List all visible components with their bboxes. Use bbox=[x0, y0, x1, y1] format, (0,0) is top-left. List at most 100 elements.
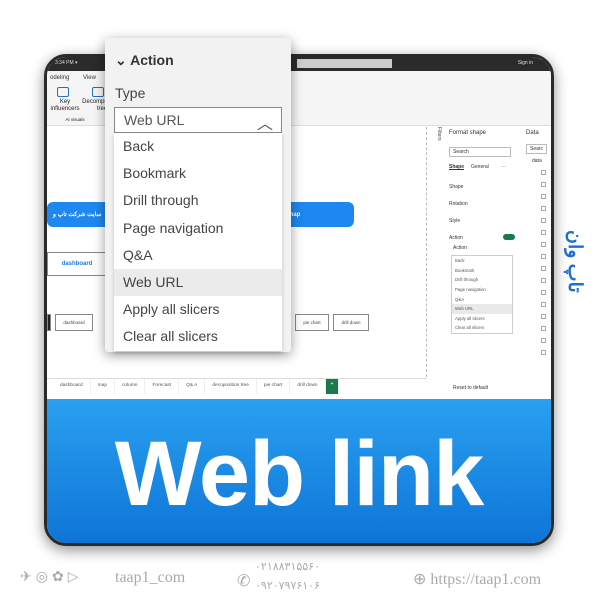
field-checkbox[interactable] bbox=[541, 206, 546, 211]
section-style[interactable]: Style bbox=[449, 218, 460, 224]
option-back[interactable]: Back bbox=[114, 133, 282, 160]
clock: 3:34 PM ▾ bbox=[55, 60, 78, 66]
option-web-url[interactable]: Web URL bbox=[114, 268, 282, 297]
action-header[interactable]: ⌄ Action bbox=[115, 52, 174, 69]
mini-option[interactable]: Drill through bbox=[452, 275, 512, 285]
field-checkbox[interactable] bbox=[541, 350, 546, 355]
key-influencers-label: Key influencers bbox=[50, 99, 80, 112]
filters-pane-toggle[interactable]: Filters bbox=[430, 127, 442, 387]
decomposition-tree-icon[interactable] bbox=[92, 87, 104, 97]
action-header-label: Action bbox=[130, 52, 174, 68]
globe-icon: ⊕ bbox=[413, 571, 431, 588]
field-checkbox[interactable] bbox=[541, 170, 546, 175]
sign-in-link[interactable]: Sign in bbox=[518, 60, 533, 66]
option-qa[interactable]: Q&A bbox=[114, 242, 282, 269]
tab-modeling[interactable]: odeling bbox=[50, 75, 69, 81]
phone-numbers: ۰۲۱۸۸۳۱۵۵۶۰ ۰۹۲۰۷۹۷۶۱۰۶ bbox=[255, 558, 320, 596]
type-label: Type bbox=[115, 85, 146, 101]
type-select[interactable]: Web URL ︿ bbox=[114, 107, 282, 133]
page-tab[interactable]: drill down bbox=[290, 379, 326, 394]
reset-to-default[interactable]: Reset to default bbox=[453, 385, 488, 391]
page-tab[interactable]: column bbox=[115, 379, 146, 394]
phone-icon: ✆ bbox=[237, 573, 251, 590]
key-influencers-icon[interactable] bbox=[57, 87, 69, 97]
phone-1: ۰۲۱۸۸۳۱۵۵۶۰ bbox=[255, 561, 320, 573]
social-icons: ✈◎✿▷ bbox=[20, 569, 82, 586]
mini-option[interactable]: Q&A bbox=[452, 294, 512, 304]
action-toggle[interactable] bbox=[503, 234, 515, 240]
option-clear-all-slicers[interactable]: Clear all slicers bbox=[114, 323, 282, 350]
mini-option[interactable]: Web URL bbox=[452, 303, 512, 314]
field-checkbox[interactable] bbox=[541, 338, 546, 343]
data-pane-title: Data bbox=[526, 130, 539, 136]
tab-general[interactable]: General bbox=[471, 164, 489, 170]
page-tab[interactable]: Forecast bbox=[145, 379, 180, 394]
field-checkbox[interactable] bbox=[541, 278, 546, 283]
title-banner: Web link bbox=[47, 399, 551, 543]
nav-marker bbox=[47, 314, 51, 331]
address-bar[interactable] bbox=[297, 59, 392, 68]
mini-option[interactable]: Apply all slicers bbox=[452, 314, 512, 324]
option-apply-all-slicers[interactable]: Apply all slicers bbox=[114, 296, 282, 323]
section-shape[interactable]: Shape bbox=[449, 184, 463, 190]
field-checkbox[interactable] bbox=[541, 230, 546, 235]
section-rotation[interactable]: Rotation bbox=[449, 201, 468, 207]
data-search[interactable]: Searc bbox=[526, 144, 548, 154]
mini-option[interactable]: Bookmark bbox=[452, 266, 512, 276]
website-link[interactable]: ⊕ https://taap1.com bbox=[413, 569, 541, 589]
mini-option[interactable]: Clear all slicers bbox=[452, 323, 512, 333]
field-checkbox[interactable] bbox=[541, 242, 546, 247]
add-page-button[interactable]: + bbox=[325, 379, 340, 394]
instagram-icon[interactable]: ◎ bbox=[36, 570, 52, 585]
ai-visuals-group: AI visuals bbox=[65, 117, 85, 122]
option-bookmark[interactable]: Bookmark bbox=[114, 160, 282, 187]
field-checkbox[interactable] bbox=[541, 314, 546, 319]
field-checkbox[interactable] bbox=[541, 182, 546, 187]
data-table[interactable]: data bbox=[532, 158, 542, 164]
field-checkbox[interactable] bbox=[541, 218, 546, 223]
type-select-value: Web URL bbox=[124, 112, 185, 128]
telegram-icon[interactable]: ✈ bbox=[20, 570, 36, 585]
section-action[interactable]: Action bbox=[449, 235, 463, 241]
brand-logo-text: تاپ وان bbox=[564, 230, 585, 293]
mini-option[interactable]: Back bbox=[452, 256, 512, 266]
aparat-icon[interactable]: ✿ bbox=[52, 570, 68, 585]
mini-option[interactable]: Page navigation bbox=[452, 285, 512, 295]
phone-2: ۰۹۲۰۷۹۷۶۱۰۶ bbox=[255, 580, 320, 592]
nav-dashboard[interactable]: dashboard bbox=[55, 314, 93, 331]
dashboard-link[interactable]: dashboard bbox=[47, 252, 107, 276]
page-tab[interactable]: dashboard bbox=[53, 379, 91, 394]
nav-drill-down[interactable]: drill down bbox=[333, 314, 369, 331]
footer: ✈◎✿▷ taap1_com ✆ ۰۲۱۸۸۳۱۵۵۶۰ ۰۹۲۰۷۹۷۶۱۰۶… bbox=[0, 561, 600, 597]
page-tab[interactable]: pie chart bbox=[257, 379, 291, 394]
page-tabs: dashboard map column Forecast Q& A decop… bbox=[47, 378, 427, 394]
type-options-list: Back Bookmark Drill through Page navigat… bbox=[114, 133, 282, 351]
tab-view[interactable]: View bbox=[83, 75, 96, 81]
more-options[interactable]: ··· bbox=[501, 164, 506, 170]
page-tab[interactable]: Q& A bbox=[179, 379, 206, 394]
chevron-up-icon: ︿ bbox=[256, 116, 273, 133]
format-search[interactable]: Search bbox=[449, 147, 511, 157]
youtube-icon[interactable]: ▷ bbox=[68, 570, 83, 585]
chevron-down-icon: ⌄ bbox=[115, 52, 131, 68]
nav-pie-chart[interactable]: pie chart bbox=[295, 314, 329, 331]
mini-type-list: Back Bookmark Drill through Page navigat… bbox=[451, 255, 513, 334]
action-popup: ⌄ Action Type Web URL ︿ Back Bookmark Dr… bbox=[105, 38, 291, 352]
action-sub-header: Action bbox=[453, 245, 467, 251]
tab-shape[interactable]: Shape bbox=[449, 164, 464, 170]
field-checkbox[interactable] bbox=[541, 290, 546, 295]
banner-title: Web link bbox=[114, 422, 485, 525]
page-tab[interactable]: map bbox=[91, 379, 116, 394]
field-checkbox[interactable] bbox=[541, 302, 546, 307]
page-tab[interactable]: decoposition tree bbox=[205, 379, 257, 394]
option-drill-through[interactable]: Drill through bbox=[114, 187, 282, 214]
field-checkbox[interactable] bbox=[541, 326, 546, 331]
map-button[interactable]: map bbox=[282, 202, 354, 227]
format-pane-title: Format shape bbox=[449, 130, 487, 136]
option-page-navigation[interactable]: Page navigation bbox=[114, 215, 282, 242]
field-checkbox[interactable] bbox=[541, 266, 546, 271]
website-url: https://taap1.com bbox=[430, 571, 542, 588]
field-checkbox[interactable] bbox=[541, 194, 546, 199]
field-checkbox[interactable] bbox=[541, 254, 546, 259]
social-handle: taap1_com bbox=[115, 569, 186, 586]
